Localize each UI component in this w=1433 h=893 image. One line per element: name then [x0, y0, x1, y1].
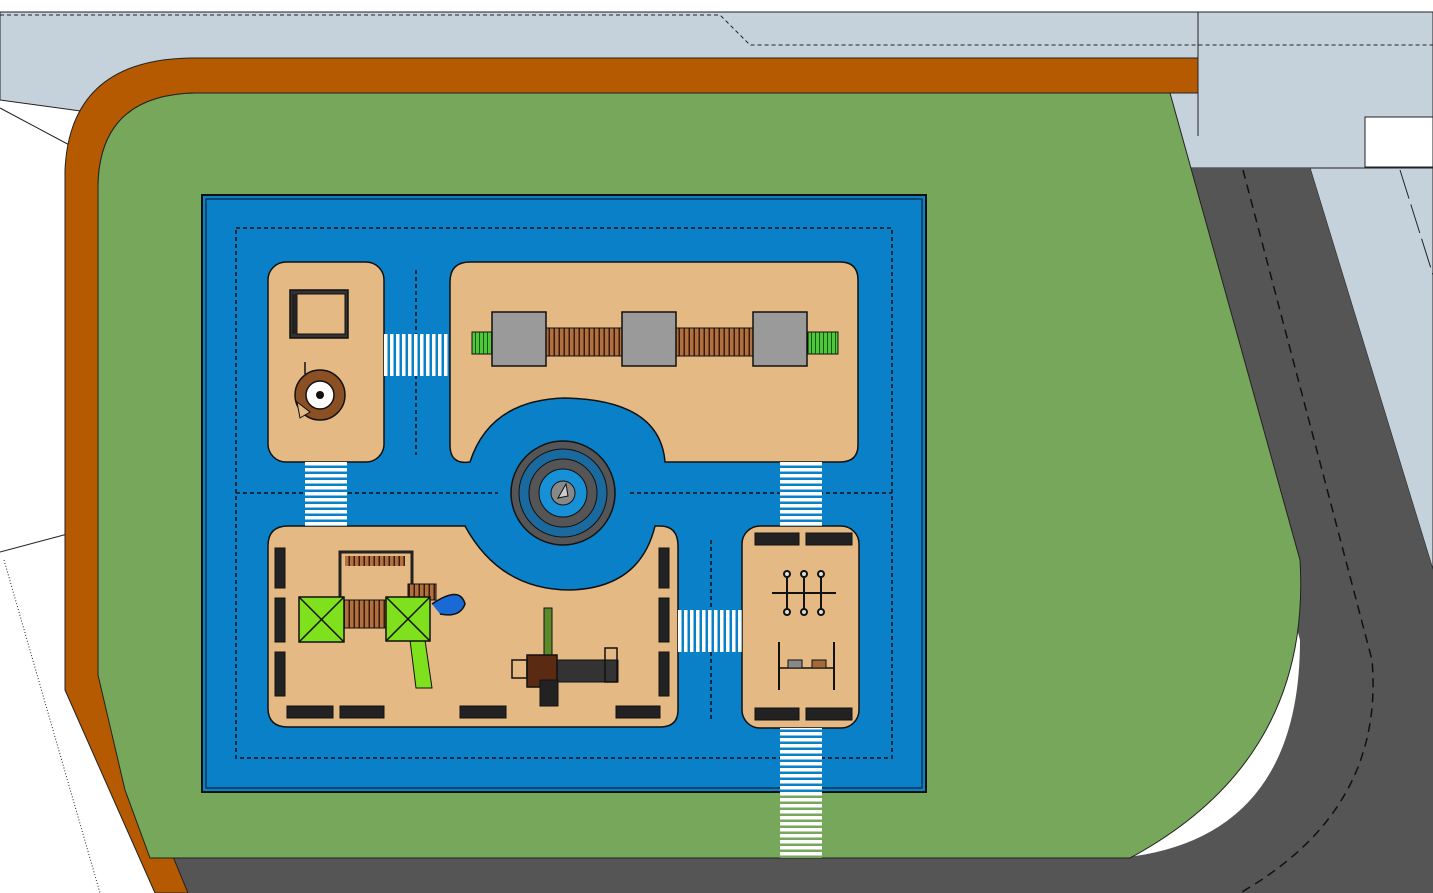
tower-2: [621, 311, 677, 367]
bench: [274, 651, 286, 697]
bench: [615, 705, 661, 719]
crosswalk-lawn: [780, 792, 822, 858]
bench: [754, 532, 800, 546]
tower-3: [752, 311, 808, 367]
roof-left: [298, 596, 345, 643]
activity-cube-icon: [289, 289, 349, 339]
bench: [658, 651, 670, 697]
bench: [286, 705, 334, 719]
bench: [805, 532, 853, 546]
crosswalk-left: [305, 462, 347, 526]
bench: [459, 705, 507, 719]
bench: [339, 705, 385, 719]
bench: [658, 547, 670, 589]
crosswalk-middle: [678, 610, 742, 652]
bench: [805, 707, 853, 721]
bench: [274, 547, 286, 589]
bench: [754, 707, 800, 721]
site-plan-canvas: [0, 0, 1433, 893]
tower-bridge-structure: [471, 311, 839, 367]
crosswalk-bottom: [780, 728, 822, 792]
crosswalk-top: [384, 334, 448, 376]
island-bottom-right: [741, 525, 860, 729]
bench: [658, 597, 670, 643]
sidewalk-panel: [1364, 116, 1433, 168]
crosswalk-right: [780, 462, 822, 526]
tower-1: [491, 311, 547, 367]
fountain: [510, 440, 616, 546]
roof-right: [385, 596, 431, 642]
bench: [274, 597, 286, 643]
